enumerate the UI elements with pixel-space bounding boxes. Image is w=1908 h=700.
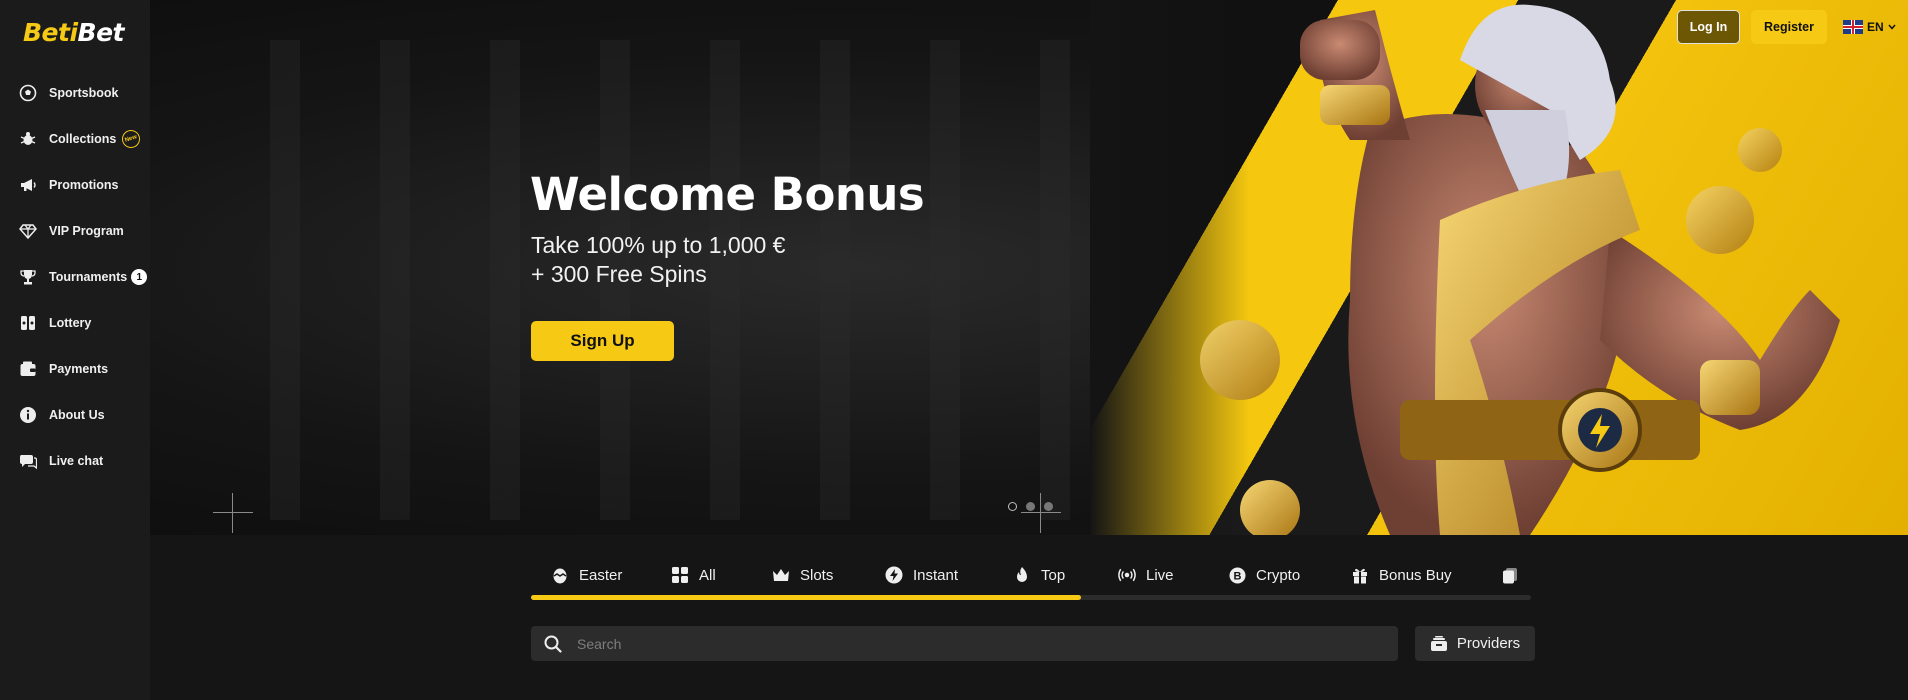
lightning-icon <box>885 566 903 584</box>
broadcast-icon <box>1118 566 1136 584</box>
login-button[interactable]: Log In <box>1677 10 1740 44</box>
sidebar-item-lottery[interactable]: Lottery <box>0 300 150 346</box>
bug-icon <box>18 129 38 149</box>
sidebar-item-promotions[interactable]: Promotions <box>0 162 150 208</box>
sidebar-item-vip-program[interactable]: VIP Program <box>0 208 150 254</box>
sidebar-item-label: VIP Program <box>49 224 124 238</box>
tab-label: Live <box>1146 566 1174 584</box>
tab-label: All <box>699 566 716 584</box>
tab-top[interactable]: Top <box>1013 560 1065 590</box>
providers-button[interactable]: Providers <box>1415 626 1535 661</box>
uk-flag-icon <box>1843 20 1863 34</box>
decorative-crosshair <box>1021 493 1061 533</box>
tab-slots[interactable]: Slots <box>772 560 833 590</box>
sidebar-item-label: Lottery <box>49 316 92 330</box>
sidebar-item-about-us[interactable]: About Us <box>0 392 150 438</box>
register-button[interactable]: Register <box>1751 10 1827 44</box>
info-icon <box>18 405 38 425</box>
sidebar-item-label: Promotions <box>49 178 119 192</box>
tab-easter[interactable]: Easter <box>551 560 622 590</box>
sidebar-item-label: Sportsbook <box>49 86 119 100</box>
tab-instant[interactable]: Instant <box>885 560 958 590</box>
gift-icon <box>1351 566 1369 584</box>
crown-icon <box>772 566 790 584</box>
decorative-crosshair <box>213 493 253 533</box>
sidebar-item-collections[interactable]: Collections New <box>0 116 150 162</box>
sidebar-item-live-chat[interactable]: Live chat <box>0 438 150 484</box>
language-selector[interactable]: EN <box>1843 17 1896 37</box>
tab-crypto[interactable]: B Crypto <box>1228 560 1300 590</box>
new-badge: New <box>120 127 143 151</box>
tournaments-count-badge: 1 <box>131 269 148 285</box>
language-label: EN <box>1867 20 1884 34</box>
trophy-icon <box>18 267 38 287</box>
carousel-dot-2[interactable] <box>1026 502 1035 511</box>
sidebar-item-label: Payments <box>49 362 109 376</box>
search-input[interactable] <box>577 628 1398 659</box>
tab-live[interactable]: Live <box>1118 560 1174 590</box>
tab-label: Bonus Buy <box>1379 566 1452 584</box>
hero-subtitle-line2: + 300 Free Spins <box>531 261 707 287</box>
providers-icon <box>1430 635 1447 651</box>
grid-icon <box>671 566 689 584</box>
tab-label: Easter <box>579 566 623 584</box>
sidebar-item-payments[interactable]: Payments <box>0 346 150 392</box>
carousel-dots <box>1008 502 1053 511</box>
hero-banner[interactable]: Welcome Bonus Take 100% up to 1,000 € + … <box>150 0 1908 535</box>
search-icon <box>543 634 563 654</box>
zeus-illustration <box>1200 4 1840 535</box>
lottery-ticket-icon <box>18 313 38 333</box>
sidebar: BetiBet Sportsbook Collections New Promo… <box>0 0 150 700</box>
tab-label: Instant <box>913 566 959 584</box>
tab-label: Slots <box>800 566 834 584</box>
easter-egg-icon <box>551 566 569 584</box>
cards-icon <box>1501 566 1519 584</box>
sidebar-item-tournaments[interactable]: Tournaments 1 <box>0 254 150 300</box>
logo-part2: Bet <box>77 18 125 47</box>
diamond-icon <box>18 221 38 241</box>
logo-part1: Beti <box>23 18 78 47</box>
sidebar-item-label: About Us <box>49 408 105 422</box>
wallet-icon <box>18 359 38 379</box>
sidebar-item-label: Collections <box>49 132 117 146</box>
chat-icon <box>18 451 38 471</box>
carousel-dot-3[interactable] <box>1044 502 1053 511</box>
tab-label: Crypto <box>1256 566 1301 584</box>
tab-all[interactable]: All <box>671 560 716 590</box>
soccer-ball-icon <box>18 83 38 103</box>
megaphone-icon <box>18 175 38 195</box>
sidebar-item-label: Live chat <box>49 454 104 468</box>
hero-subtitle-line1: Take 100% up to 1,000 € <box>531 232 786 258</box>
sidebar-item-label: Tournaments <box>49 270 128 284</box>
category-tabs: Easter All Slots Instant Top Live B Cryp… <box>531 560 1531 600</box>
sign-up-button[interactable]: Sign Up <box>531 321 674 361</box>
fire-icon <box>1013 566 1031 584</box>
carousel-dot-1[interactable] <box>1008 502 1017 511</box>
search-bar[interactable] <box>531 626 1398 661</box>
brand-logo[interactable]: BetiBet <box>23 18 125 47</box>
providers-label: Providers <box>1456 635 1521 652</box>
chevron-down-icon <box>1888 24 1896 30</box>
hero-title: Welcome Bonus <box>530 168 925 221</box>
tabs-scroll-indicator[interactable] <box>531 595 1081 600</box>
tab-bonus-buy[interactable]: Bonus Buy <box>1351 560 1452 590</box>
sidebar-item-sportsbook[interactable]: Sportsbook <box>0 70 150 116</box>
bitcoin-icon: B <box>1228 566 1246 584</box>
tab-more[interactable] <box>1501 560 1529 590</box>
tab-label: Top <box>1041 566 1066 584</box>
sidebar-nav: Sportsbook Collections New Promotions VI… <box>0 70 150 484</box>
svg-text:B: B <box>1233 570 1241 582</box>
